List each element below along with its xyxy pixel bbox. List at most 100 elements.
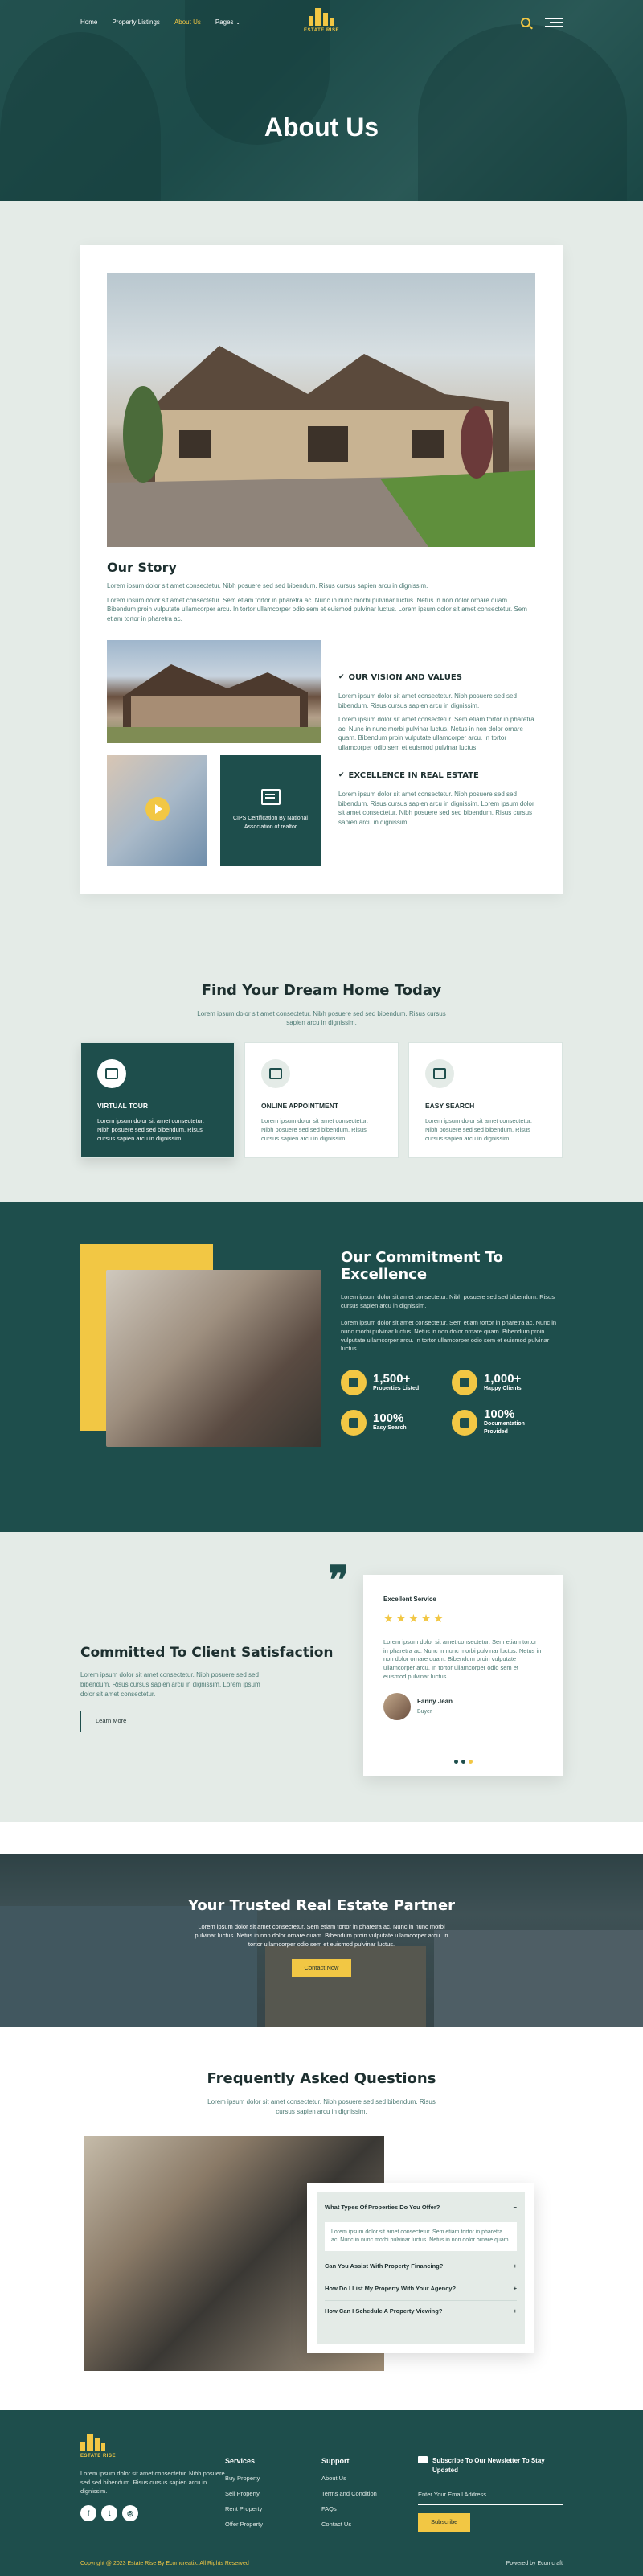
nav-link-pages[interactable]: Pages ⌄: [215, 18, 241, 27]
footer-link-terms[interactable]: Terms and Condition: [322, 2490, 418, 2499]
star-icon: ★: [433, 1612, 444, 1625]
faq-question-3[interactable]: How Do I List My Property With Your Agen…: [325, 2278, 517, 2302]
commitment-title: Our Commitment To Excellence: [341, 1248, 504, 1284]
story-title: Our Story: [107, 560, 177, 575]
nav-links: Home Property Listings About Us Pages ⌄: [80, 18, 521, 27]
partner-banner: Your Trusted Real Estate Partner Lorem i…: [0, 1853, 643, 2027]
stat-value: 1,000+: [484, 1371, 522, 1386]
footer-link-rent[interactable]: Rent Property: [225, 2505, 322, 2514]
carousel-dot[interactable]: [468, 1759, 473, 1764]
feature-card-easy-search[interactable]: EASY SEARCH Lorem ipsum dolor sit amet c…: [408, 1041, 563, 1158]
footer-link-buy[interactable]: Buy Property: [225, 2475, 322, 2484]
document-icon: [452, 1409, 477, 1436]
faq-accordion: What Types Of Properties Do You Offer? − …: [307, 2183, 534, 2354]
chevron-down-icon: ⌄: [235, 18, 241, 27]
feature-card-title: EASY SEARCH: [425, 1101, 475, 1110]
nav-link-property-listings[interactable]: Property Listings: [112, 18, 160, 27]
story-body: Lorem ipsum dolor sit amet consectetur. …: [107, 596, 527, 622]
dream-subtitle: Lorem ipsum dolor sit amet consectetur. …: [197, 1009, 446, 1027]
mail-icon: [418, 2456, 428, 2464]
subscribe-button[interactable]: Subscribe: [418, 2513, 471, 2533]
learn-more-button[interactable]: Learn More: [80, 1711, 142, 1733]
services-heading: Services: [225, 2457, 256, 2466]
excellence-text: Lorem ipsum dolor sit amet consectetur. …: [338, 791, 534, 826]
star-icon: ★: [395, 1612, 407, 1625]
avatar: [383, 1693, 411, 1721]
twitter-icon[interactable]: t: [101, 2505, 117, 2522]
carousel-dot[interactable]: [453, 1759, 458, 1764]
plus-icon: +: [513, 2285, 517, 2293]
faq-question-2[interactable]: Can You Assist With Property Financing? +: [325, 2256, 517, 2279]
stat-label: Happy Clients: [484, 1385, 522, 1391]
footer-link-sell[interactable]: Sell Property: [225, 2490, 322, 2499]
stat-value: 100%: [373, 1411, 404, 1426]
author-name: Fanny Jean: [417, 1698, 453, 1706]
feature-card-text: Lorem ipsum dolor sit amet consectetur. …: [97, 1117, 204, 1142]
commitment-text-1: Lorem ipsum dolor sit amet consectetur. …: [341, 1293, 555, 1309]
newsletter-email-input[interactable]: Enter Your Email Address: [418, 2486, 563, 2506]
feature-card-text: Lorem ipsum dolor sit amet consectetur. …: [261, 1117, 368, 1142]
stat-properties: 1,500+ Properties Listed: [341, 1370, 452, 1396]
footer-link-offer[interactable]: Offer Property: [225, 2521, 322, 2529]
footer-logo[interactable]: ESTATE RISE: [80, 2434, 225, 2460]
facebook-icon[interactable]: f: [80, 2505, 96, 2522]
properties-icon: [341, 1370, 367, 1396]
stat-documentation: 100% Documentation Provided: [452, 1408, 563, 1436]
feature-card-text: Lorem ipsum dolor sit amet consectetur. …: [425, 1117, 532, 1142]
hamburger-menu-icon[interactable]: [545, 18, 563, 27]
contact-now-button[interactable]: Contact Now: [291, 1958, 352, 1978]
search-icon[interactable]: [521, 18, 530, 27]
home-search-icon: [425, 1058, 454, 1088]
stat-label: Properties Listed: [373, 1385, 420, 1391]
carousel-dot[interactable]: [461, 1759, 465, 1764]
partner-text: Lorem ipsum dolor sit amet consectetur. …: [195, 1922, 448, 1948]
vision-text-2: Lorem ipsum dolor sit amet consectetur. …: [338, 716, 534, 752]
faq-subtitle: Lorem ipsum dolor sit amet consectetur. …: [207, 2097, 436, 2115]
vision-text-1: Lorem ipsum dolor sit amet consectetur. …: [338, 692, 517, 709]
quote-icon: ❞: [328, 1559, 349, 1602]
hero-section: Home Property Listings About Us Pages ⌄ …: [0, 0, 643, 201]
agents-video-thumbnail[interactable]: [107, 754, 207, 866]
testimonial-author: Fanny Jean Buyer: [383, 1693, 543, 1721]
nav-link-about-us[interactable]: About Us: [174, 18, 201, 27]
agent-handshake-photo: [106, 1269, 322, 1447]
footer-about: Lorem ipsum dolor sit amet consectetur. …: [80, 2469, 225, 2495]
play-icon[interactable]: [145, 796, 170, 821]
plus-icon: +: [513, 2262, 517, 2270]
testimonial-subtitle: Lorem ipsum dolor sit amet consectetur. …: [80, 1671, 260, 1698]
story-lead: Lorem ipsum dolor sit amet consectetur. …: [107, 582, 428, 590]
support-heading: Support: [322, 2457, 350, 2466]
excellence-heading: ✔ EXCELLENCE IN REAL ESTATE: [338, 770, 479, 780]
virtual-tour-icon: [97, 1058, 126, 1088]
footer-link-faqs[interactable]: FAQs: [322, 2505, 418, 2514]
powered-by-text: Powered by Ecomcraft: [506, 2560, 563, 2566]
stat-label: Documentation Provided: [484, 1421, 525, 1436]
testimonial-card: Excellent Service ★ ★ ★ ★ ★ Lorem ipsum dolo…: [363, 1574, 563, 1776]
certification-card: CIPS Certification By National Associati…: [220, 754, 321, 866]
commitment-section: Our Commitment To Excellence Lorem ipsum…: [0, 1202, 643, 1532]
commitment-text-2: Lorem ipsum dolor sit amet consectetur. …: [341, 1318, 557, 1353]
stat-value: 1,500+: [373, 1371, 411, 1386]
story-section: Our Story Lorem ipsum dolor sit amet con…: [0, 201, 643, 939]
feature-card-online-appointment[interactable]: ONLINE APPOINTMENT Lorem ipsum dolor sit…: [244, 1041, 399, 1158]
newsletter: Subscribe To Our Newsletter To Stay Upda…: [418, 2434, 563, 2536]
instagram-icon[interactable]: ◎: [122, 2505, 138, 2522]
faq-section: Frequently Asked Questions Lorem ipsum d…: [0, 2027, 643, 2410]
faq-question-4[interactable]: How Can I Schedule A Property Viewing? +: [325, 2301, 517, 2323]
faq-question-1[interactable]: What Types Of Properties Do You Offer? −: [325, 2197, 517, 2219]
footer-link-contact[interactable]: Contact Us: [322, 2521, 418, 2529]
feature-card-title: VIRTUAL TOUR: [97, 1101, 148, 1110]
certification-text: CIPS Certification By National Associati…: [233, 816, 308, 830]
faq-answer-1: Lorem ipsum dolor sit amet consectetur. …: [325, 2222, 517, 2252]
footer-link-about[interactable]: About Us: [322, 2475, 418, 2484]
footer-bottom-bar: Copyright @ 2023 Estate Rise By Ecomcrea…: [80, 2560, 563, 2568]
nav-link-home[interactable]: Home: [80, 18, 97, 27]
feature-card-virtual-tour[interactable]: VIRTUAL TOUR Lorem ipsum dolor sit amet …: [80, 1041, 235, 1158]
main-nav: Home Property Listings About Us Pages ⌄: [0, 0, 643, 45]
star-icon: ★: [408, 1612, 419, 1625]
author-role: Buyer: [417, 1708, 432, 1715]
carousel-dots: [363, 1759, 563, 1764]
dream-title: Find Your Dream Home Today: [201, 981, 442, 999]
star-icon: ★: [383, 1612, 394, 1625]
calendar-icon: [261, 1058, 290, 1088]
